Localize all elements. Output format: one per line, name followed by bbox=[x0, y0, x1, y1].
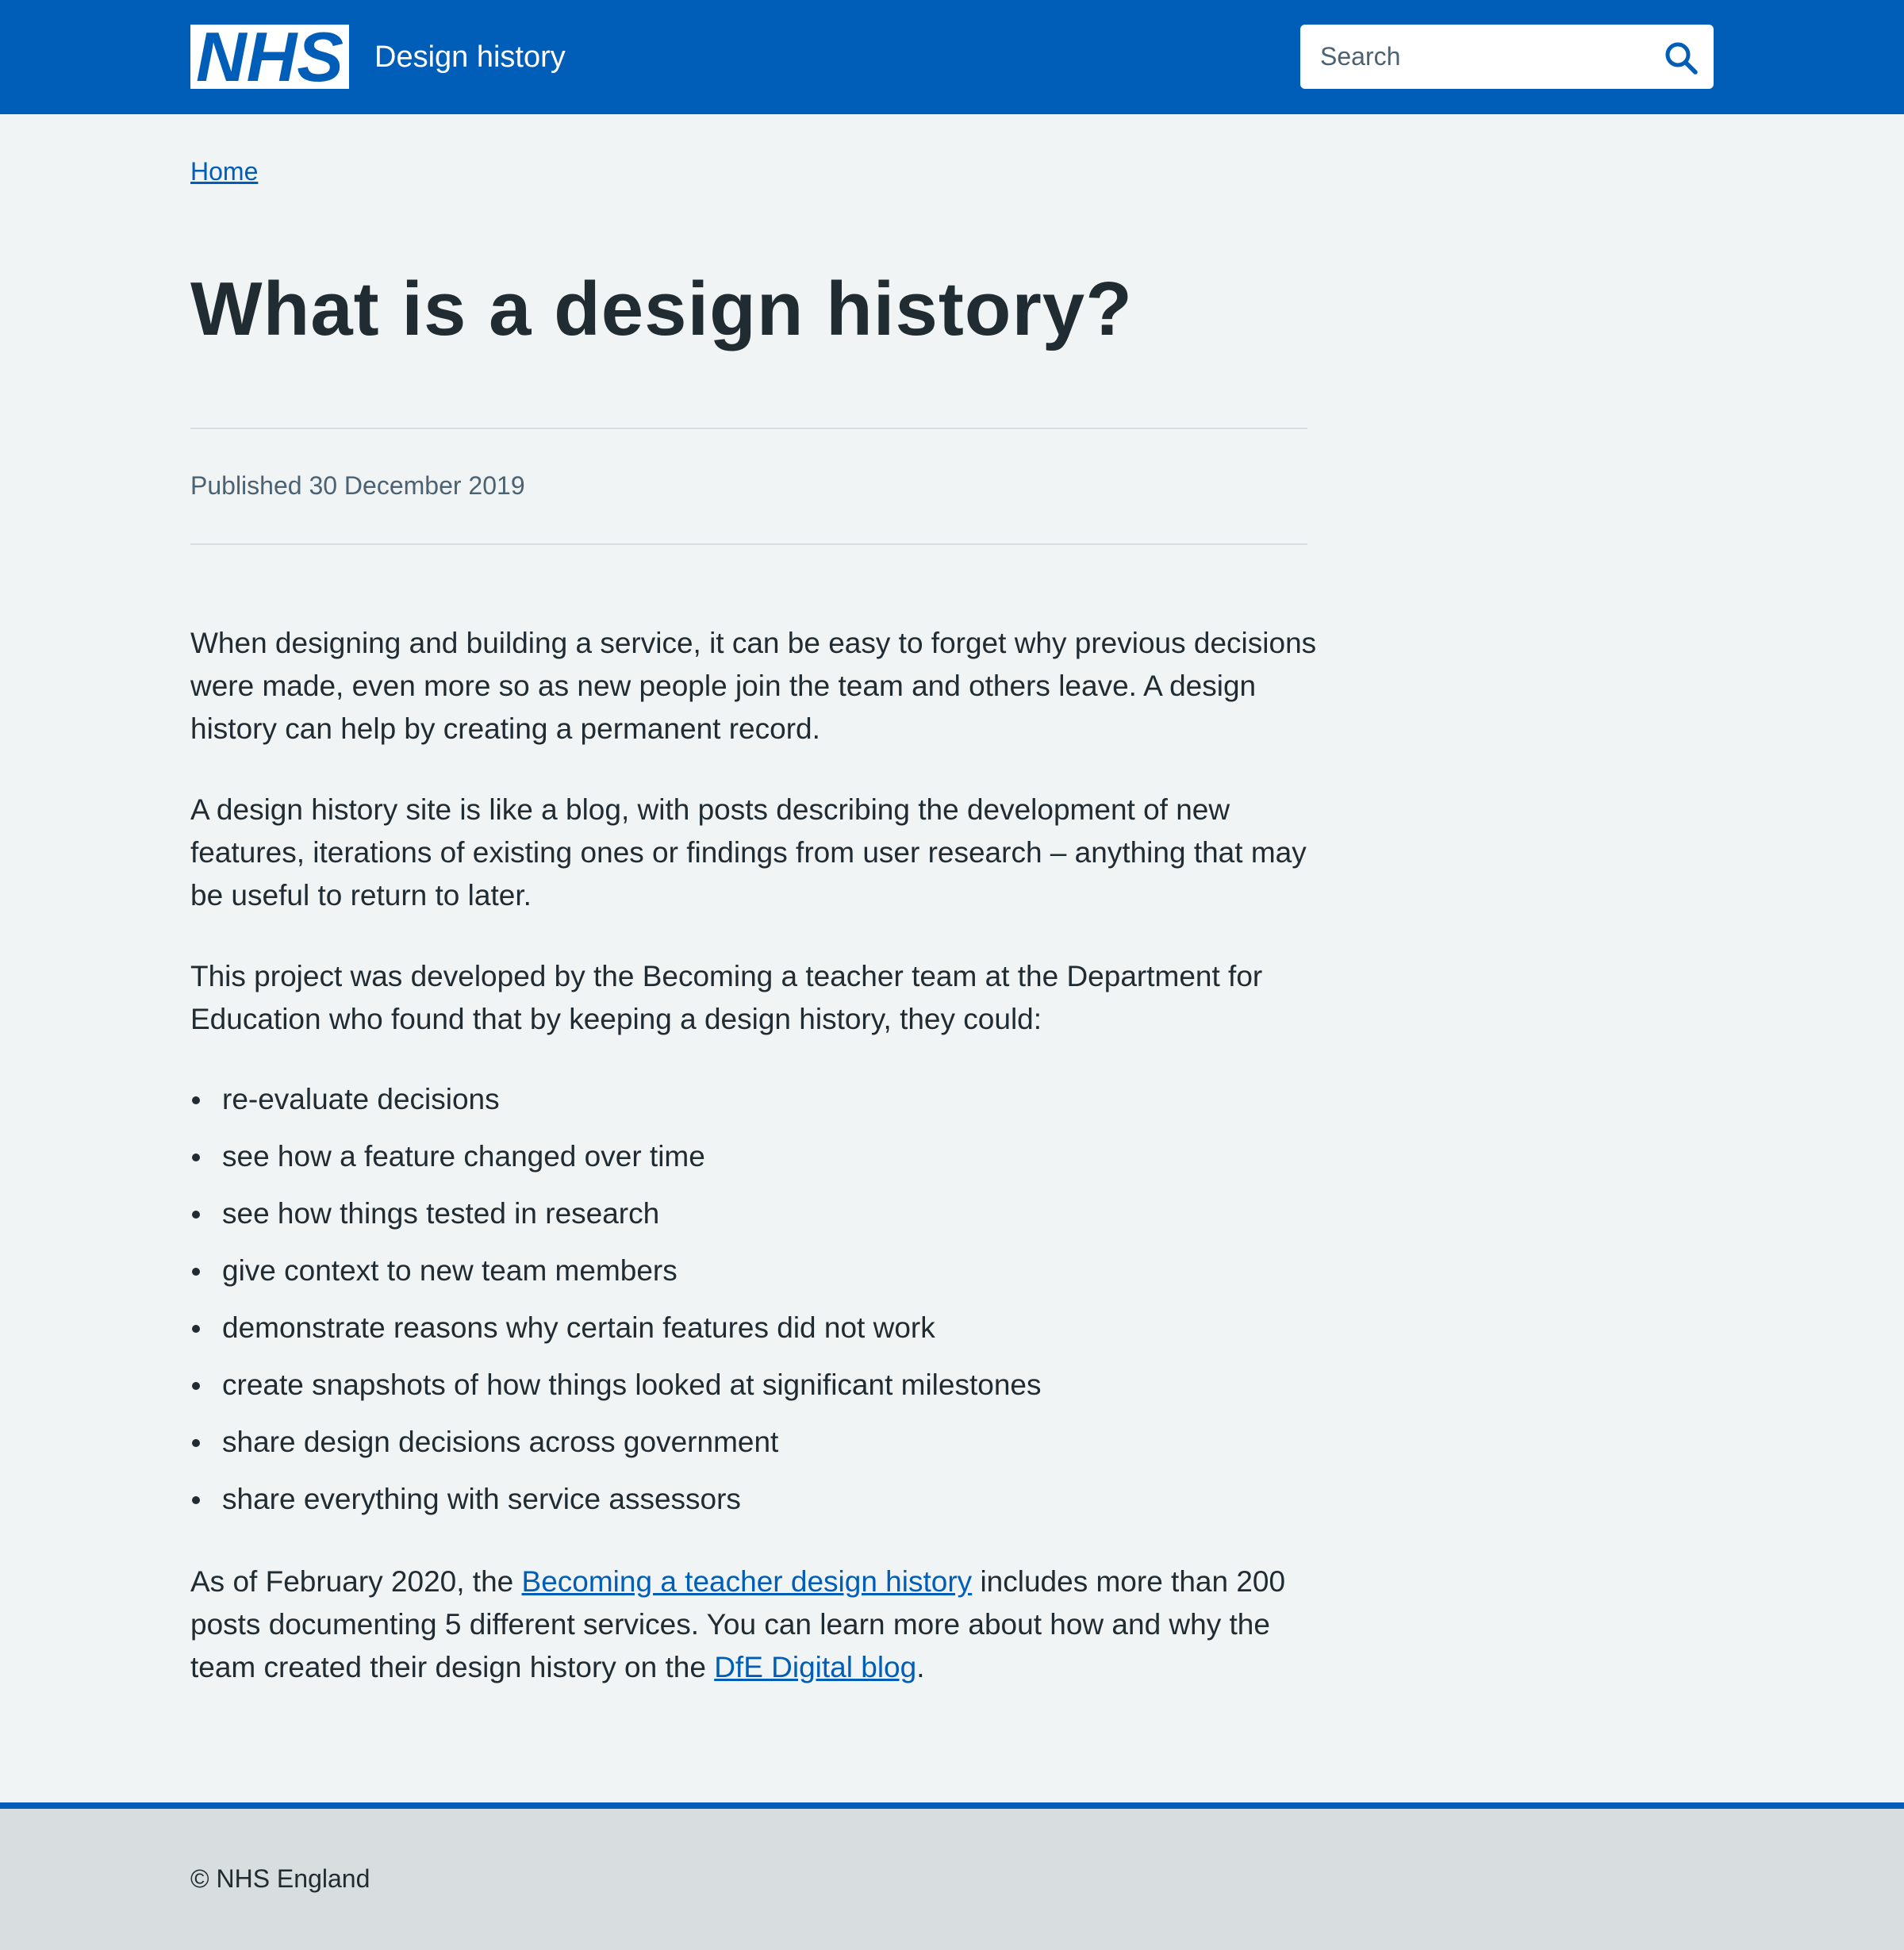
copyright: © NHS England bbox=[190, 1864, 370, 1893]
page-title: What is a design history? bbox=[190, 267, 1133, 351]
footer-border bbox=[0, 1802, 1904, 1809]
closing-paragraph: As of February 2020, the Becoming a teac… bbox=[190, 1560, 1317, 1689]
breadcrumb-home-link[interactable]: Home bbox=[190, 154, 258, 189]
divider-bottom bbox=[190, 543, 1307, 545]
search-icon bbox=[1665, 42, 1698, 75]
closing-text-3: . bbox=[916, 1651, 925, 1683]
list-item-text: create snapshots of how things looked at… bbox=[222, 1368, 1042, 1401]
list-item: demonstrate reasons why certain features… bbox=[190, 1303, 1317, 1361]
site-header: NHS Design history bbox=[0, 0, 1904, 114]
divider-top bbox=[190, 428, 1307, 429]
bullet-icon bbox=[192, 1153, 200, 1161]
list-item: give context to new team members bbox=[190, 1246, 1317, 1303]
project-paragraph: This project was developed by the Becomi… bbox=[190, 960, 1263, 1035]
bullet-icon bbox=[192, 1268, 200, 1276]
list-item-text: share design decisions across government bbox=[222, 1426, 779, 1458]
nhs-logo[interactable]: NHS bbox=[190, 25, 349, 89]
nhs-logo-text: NHS bbox=[196, 25, 344, 89]
benefits-list: re-evaluate decisions see how a feature … bbox=[190, 1075, 1317, 1532]
service-name-link[interactable]: Design history bbox=[374, 35, 566, 79]
nhs-logo-mark: NHS bbox=[190, 25, 349, 89]
published-date: Published 30 December 2019 bbox=[190, 471, 525, 500]
becoming-a-teacher-link[interactable]: Becoming a teacher design history bbox=[522, 1565, 973, 1598]
list-item: re-evaluate decisions bbox=[190, 1075, 1317, 1132]
bullet-icon bbox=[192, 1325, 200, 1333]
intro-paragraph: When designing and building a service, i… bbox=[190, 627, 1317, 745]
bullet-icon bbox=[192, 1096, 200, 1104]
bullet-icon bbox=[192, 1382, 200, 1390]
list-item: share design decisions across government bbox=[190, 1418, 1317, 1475]
search-input[interactable] bbox=[1300, 25, 1649, 89]
closing-text-1: As of February 2020, the bbox=[190, 1565, 522, 1598]
list-item-text: give context to new team members bbox=[222, 1254, 678, 1287]
list-item-text: see how things tested in research bbox=[222, 1197, 660, 1230]
list-item-text: re-evaluate decisions bbox=[222, 1083, 500, 1115]
list-item: see how things tested in research bbox=[190, 1189, 1317, 1246]
list-item: share everything with service assessors bbox=[190, 1475, 1317, 1532]
dfe-digital-blog-link[interactable]: DfE Digital blog bbox=[714, 1651, 916, 1683]
list-item-text: share everything with service assessors bbox=[222, 1483, 741, 1515]
blog-paragraph: A design history site is like a blog, wi… bbox=[190, 793, 1307, 912]
search-button[interactable] bbox=[1649, 25, 1714, 89]
site-footer: © NHS England bbox=[0, 1809, 1904, 1950]
list-item-text: see how a feature changed over time bbox=[222, 1140, 705, 1173]
list-item: create snapshots of how things looked at… bbox=[190, 1361, 1317, 1418]
list-item-text: demonstrate reasons why certain features… bbox=[222, 1311, 935, 1344]
search-form bbox=[1300, 25, 1714, 89]
bullet-icon bbox=[192, 1439, 200, 1447]
bullet-icon bbox=[192, 1496, 200, 1504]
bullet-icon bbox=[192, 1211, 200, 1219]
list-item: see how a feature changed over time bbox=[190, 1132, 1317, 1189]
